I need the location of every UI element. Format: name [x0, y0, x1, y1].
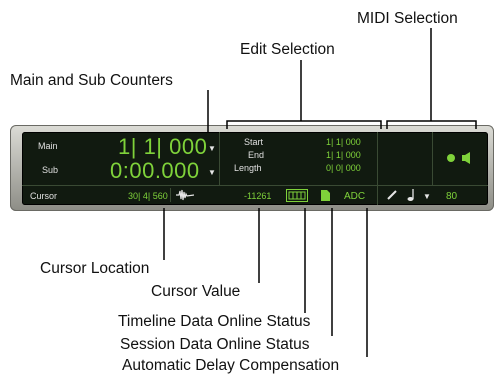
callout-lines	[163, 28, 477, 357]
